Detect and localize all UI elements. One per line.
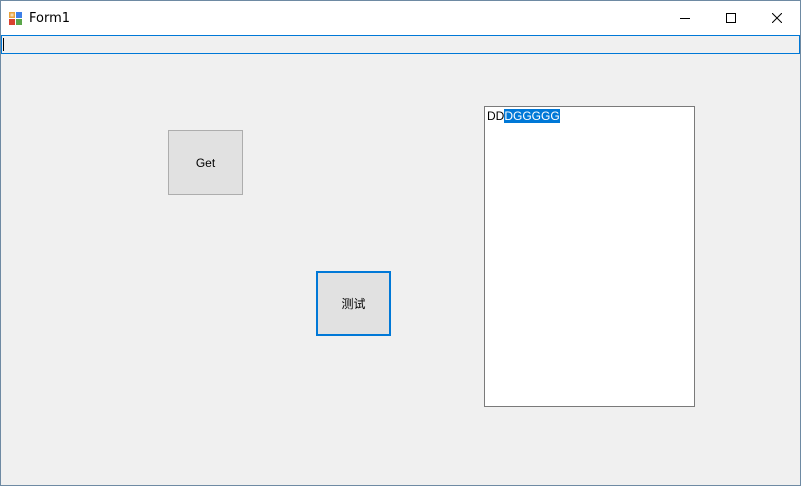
test-button[interactable]: 测试 (316, 271, 391, 336)
top-text-input[interactable] (1, 35, 800, 54)
maximize-icon (726, 13, 736, 23)
form-app-icon (9, 12, 22, 25)
textbox-selected-text: DGGGGG (504, 109, 560, 123)
minimize-button[interactable] (662, 1, 708, 35)
window-title: Form1 (29, 11, 71, 26)
multiline-textbox[interactable]: DDDGGGGG (484, 106, 695, 407)
form-window: Form1 Get 测试 DDDGGGGG (0, 0, 801, 486)
textbox-plain-text: DD (487, 109, 505, 123)
maximize-button[interactable] (708, 1, 754, 35)
close-icon (772, 13, 782, 23)
title-bar[interactable]: Form1 (1, 1, 800, 35)
get-button[interactable]: Get (168, 130, 243, 195)
close-button[interactable] (754, 1, 800, 35)
text-caret (3, 38, 4, 51)
minimize-icon (680, 18, 690, 19)
